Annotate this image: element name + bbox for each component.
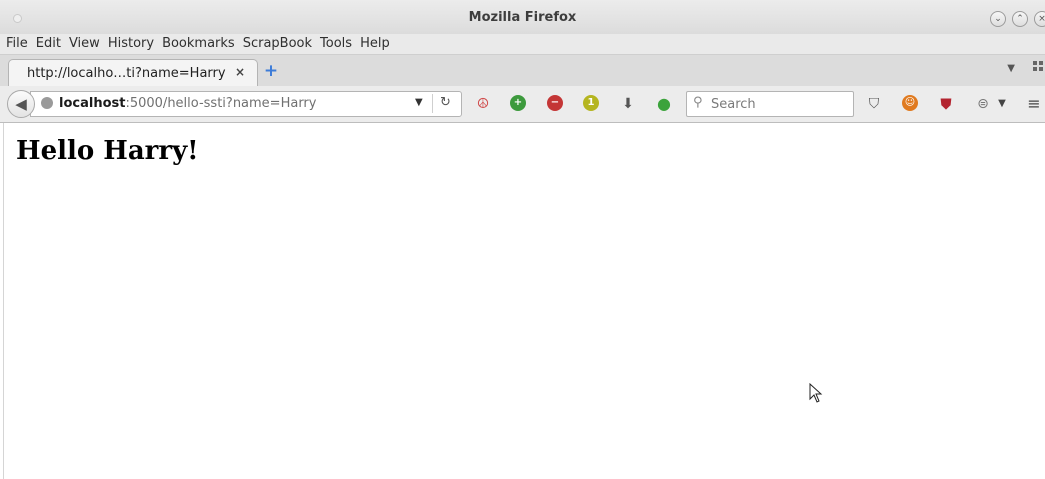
url-bar[interactable]: localhost:5000/hello-ssti?name=Harry ▼ ↻: [30, 91, 462, 117]
menu-help[interactable]: Help: [356, 34, 394, 54]
close-icon[interactable]: ×: [1034, 11, 1045, 27]
search-input[interactable]: [709, 95, 853, 113]
menu-tools[interactable]: Tools: [316, 34, 356, 54]
menu-scrapbook[interactable]: ScrapBook: [239, 34, 316, 54]
tab-active[interactable]: http://localho…ti?name=Harry ×: [8, 59, 258, 87]
window-title: Mozilla Firefox: [468, 10, 577, 25]
peace-icon[interactable]: ☮: [475, 96, 491, 112]
tab-title: http://localho…ti?name=Harry: [27, 66, 226, 81]
page-heading: Hello Harry!: [16, 136, 199, 166]
tabs-dropdown-icon[interactable]: ▼: [1007, 63, 1015, 74]
minimize-icon[interactable]: ⌄: [990, 11, 1006, 27]
layers-icon[interactable]: ⊜: [975, 96, 991, 112]
mouse-cursor-icon: [809, 383, 823, 403]
title-bar: Mozilla Firefox ⌄ ⌃ ×: [0, 0, 1045, 35]
url-path: :5000/hello-ssti?name=Harry: [125, 96, 317, 111]
layers-dropdown-icon[interactable]: ▼: [994, 96, 1010, 112]
new-tab-icon[interactable]: +: [262, 62, 280, 80]
back-arrow-icon: ◀: [15, 95, 27, 113]
menu-file[interactable]: File: [2, 34, 32, 54]
menu-view[interactable]: View: [65, 34, 104, 54]
back-button[interactable]: ◀: [7, 90, 35, 118]
url-host: localhost: [59, 96, 126, 111]
menu-history[interactable]: History: [104, 34, 158, 54]
menu-icon[interactable]: ≡: [1026, 96, 1042, 112]
menu-edit[interactable]: Edit: [32, 34, 65, 54]
tab-strip: http://localho…ti?name=Harry × + ▼: [0, 55, 1045, 87]
menu-bar: File Edit View History Bookmarks ScrapBook Too…: [0, 34, 1045, 55]
nav-bar: localhost:5000/hello-ssti?name=Harry ▼ ↻…: [0, 86, 1045, 123]
reload-icon[interactable]: ↻: [440, 95, 451, 110]
menu-bookmarks[interactable]: Bookmarks: [158, 34, 239, 54]
page-content: Hello Harry!: [3, 123, 1045, 479]
ublock-icon[interactable]: ⛊: [938, 96, 954, 112]
search-icon: ⚲: [693, 95, 703, 110]
url-text[interactable]: localhost:5000/hello-ssti?name=Harry: [59, 96, 316, 111]
zoom-out-icon[interactable]: −: [547, 95, 563, 111]
green-dot-icon[interactable]: ●: [656, 96, 672, 112]
extension-icon[interactable]: ☺: [902, 95, 918, 111]
zoom-reset-icon[interactable]: 1: [583, 95, 599, 111]
url-history-dropdown-icon[interactable]: ▼: [415, 97, 423, 108]
download-icon[interactable]: ⬇: [620, 96, 636, 112]
tab-groups-icon[interactable]: [1033, 61, 1045, 77]
tab-close-icon[interactable]: ×: [235, 65, 245, 79]
zoom-in-icon[interactable]: +: [510, 95, 526, 111]
globe-icon: [41, 97, 53, 109]
maximize-icon[interactable]: ⌃: [1012, 11, 1028, 27]
search-box[interactable]: ⚲: [686, 91, 854, 117]
pocket-icon[interactable]: ⛉: [866, 96, 882, 112]
url-separator: [432, 94, 433, 113]
